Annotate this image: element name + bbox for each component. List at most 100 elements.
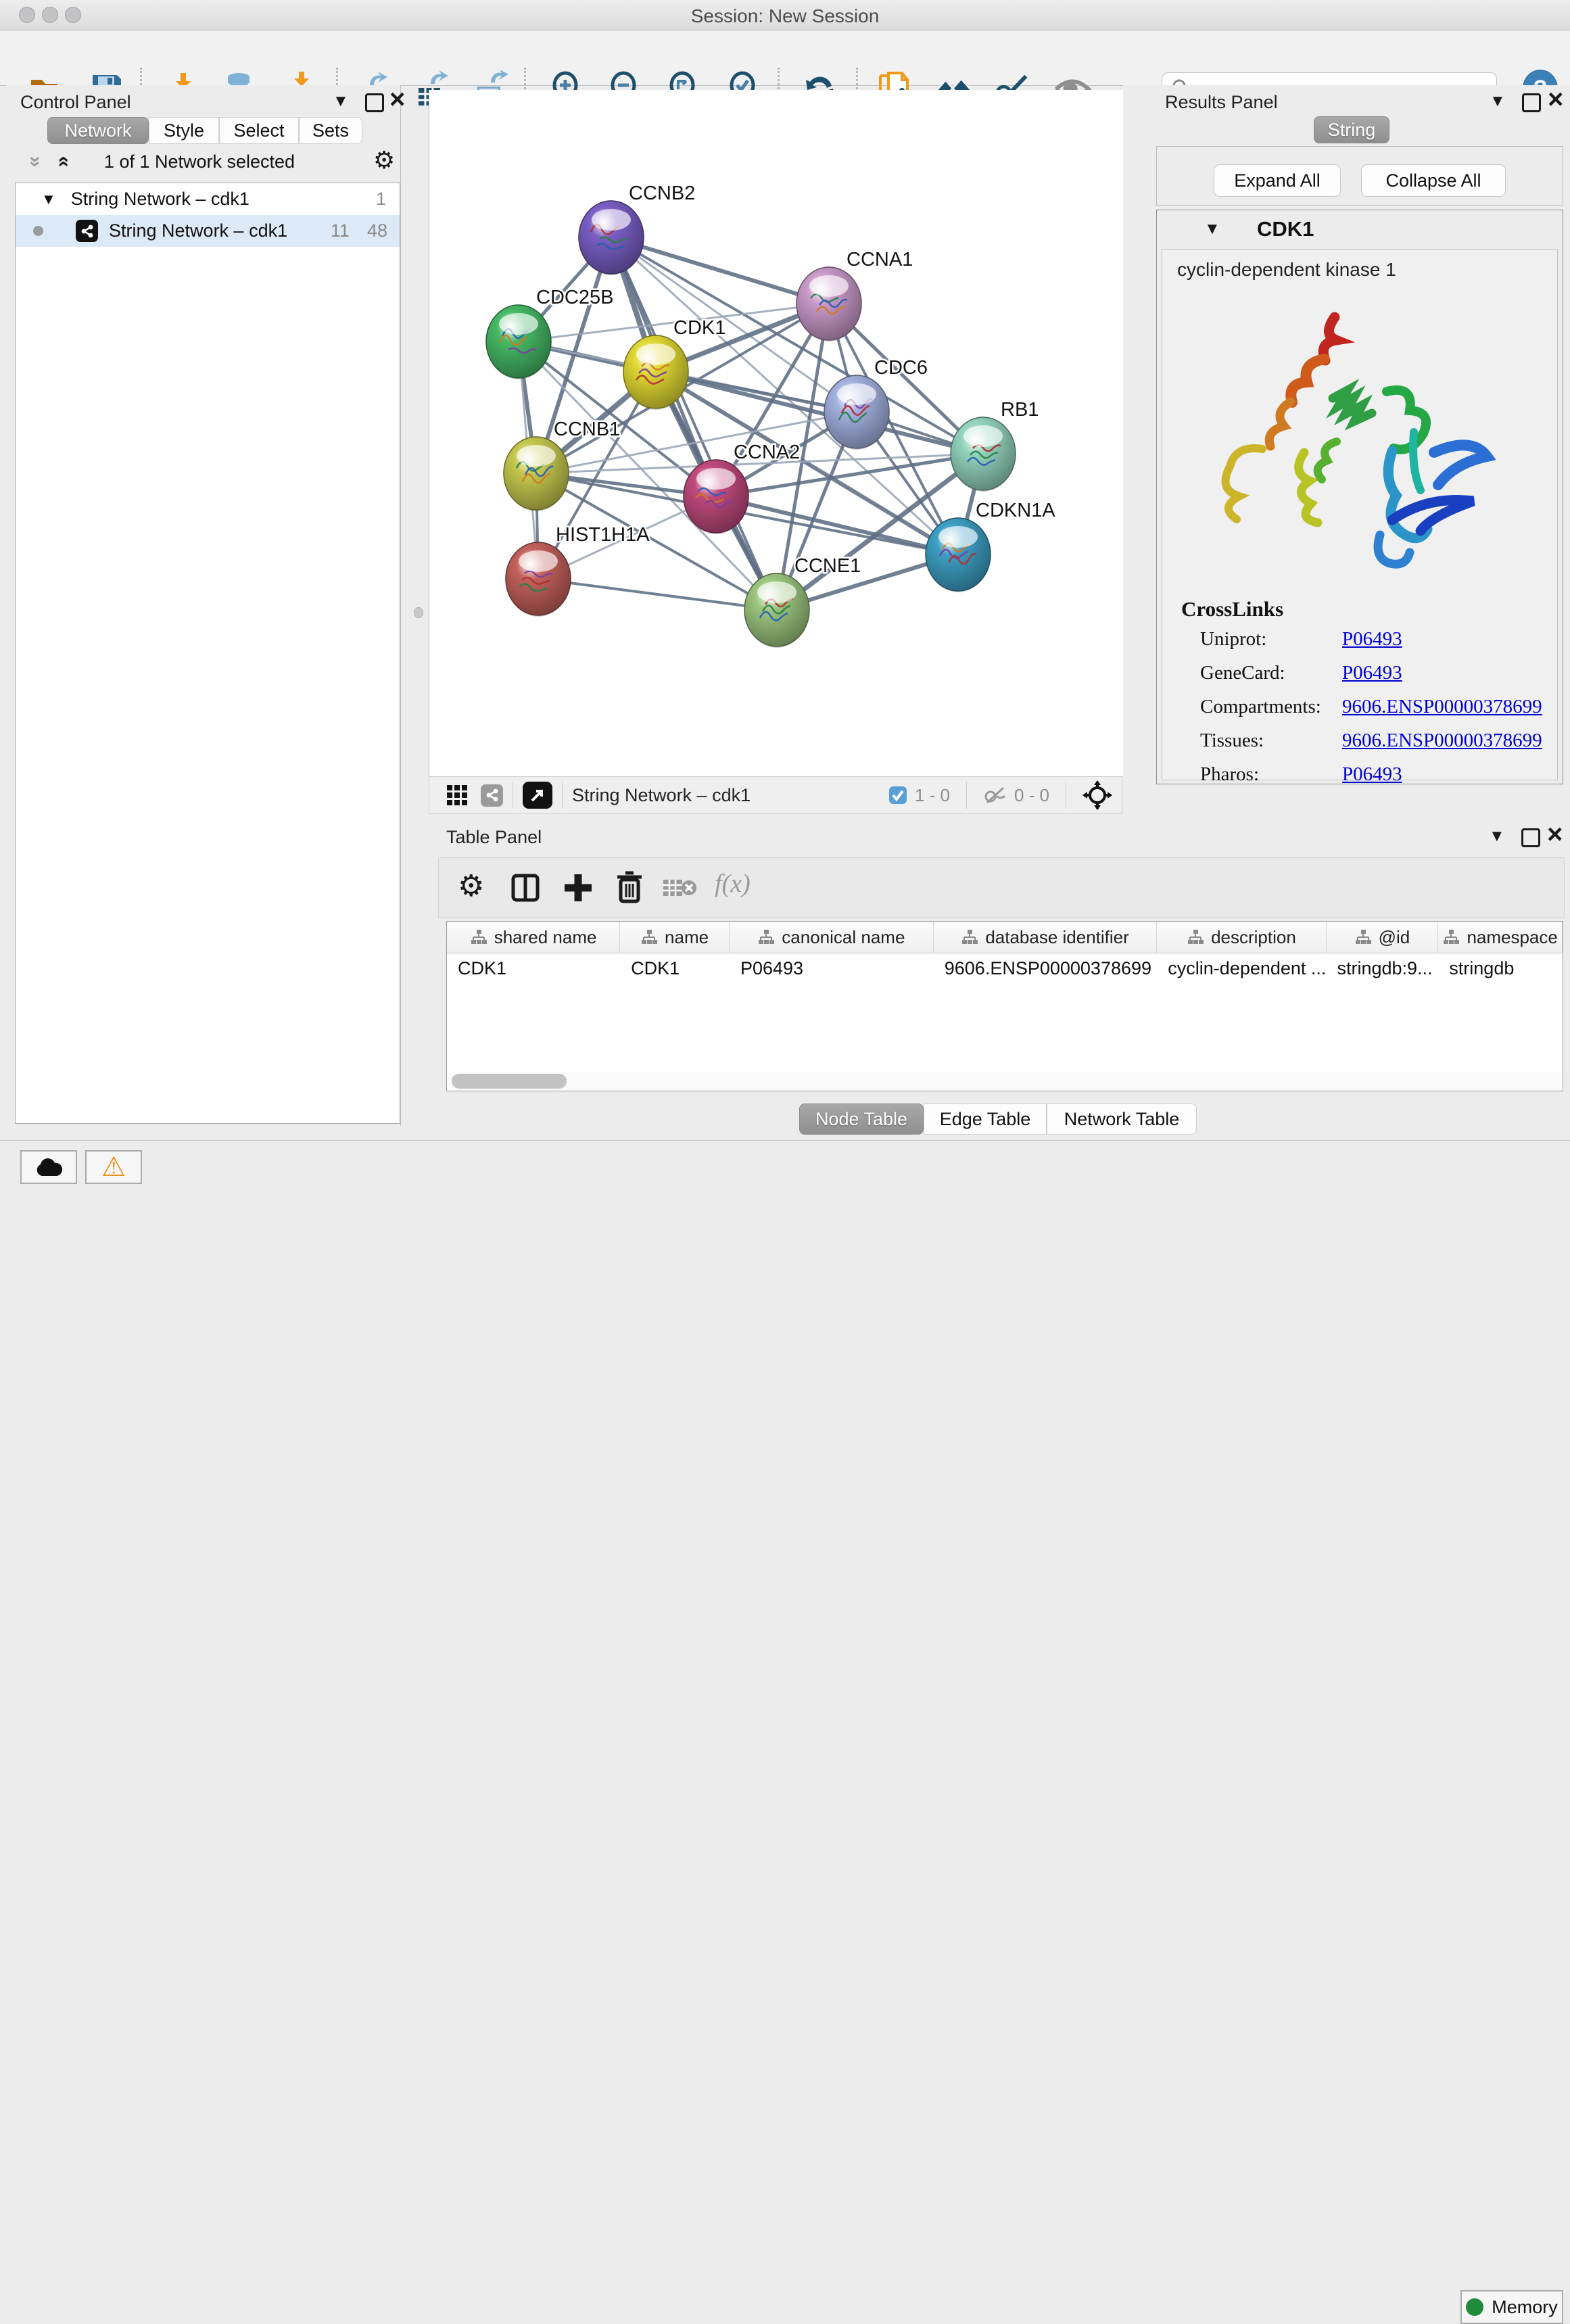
tab-node-table[interactable]: Node Table (799, 1104, 924, 1135)
network-collection-row[interactable]: ▼ String Network – cdk1 1 (16, 183, 400, 215)
edge-hist1h1a-ccne1[interactable] (538, 579, 777, 610)
results-panel-close-icon[interactable]: × (1548, 92, 1563, 107)
grid-view-icon[interactable] (446, 784, 469, 807)
column-header-label: database identifier (985, 927, 1128, 948)
node-label-ccnb2: CCNB2 (629, 183, 695, 204)
cell[interactable]: cyclin-dependent ... (1157, 953, 1326, 983)
delete-column-trash-icon[interactable] (613, 870, 646, 904)
crosslink-label: Compartments: (1200, 696, 1342, 718)
table-panel-title: Table Panel (446, 827, 542, 848)
tab-sets[interactable]: Sets (299, 117, 362, 144)
node-rb1[interactable]: RB1 (951, 399, 1039, 492)
table-settings-gear-icon[interactable]: ⚙ (458, 869, 484, 903)
table-row[interactable]: CDK1CDK1P064939606.ENSP00000378699cyclin… (447, 953, 1563, 983)
crosslink-link[interactable]: P06493 (1342, 763, 1402, 786)
left-splitter-handle[interactable] (414, 607, 423, 618)
tab-string[interactable]: String (1314, 116, 1389, 143)
cloud-button[interactable] (20, 1150, 77, 1184)
cell[interactable]: stringdb (1438, 953, 1563, 983)
cell[interactable]: stringdb:9... (1326, 953, 1438, 983)
node-cdkn1a[interactable]: CDKN1A (926, 500, 1055, 592)
column-header--id[interactable]: @id (1327, 922, 1439, 953)
warning-icon: ⚠ (101, 1154, 126, 1181)
tab-network-table[interactable]: Network Table (1047, 1104, 1197, 1135)
node-table: shared name namecanonical name database id… (446, 921, 1563, 1091)
network-options-gear-icon[interactable]: ⚙ (373, 146, 395, 174)
column-header-shared-name[interactable]: shared name (447, 922, 620, 953)
column-header-label: shared name (494, 927, 597, 948)
crosslink-row: Tissues:9606.ENSP00000378699 (1200, 730, 1552, 752)
collapse-all-networks-icon[interactable]: » (24, 156, 47, 168)
table-hscrollbar-thumb[interactable] (452, 1074, 567, 1089)
crosslink-link[interactable]: 9606.ENSP00000378699 (1342, 696, 1542, 718)
network-badge-icon[interactable] (481, 784, 503, 807)
node-label-ccne1: CCNE1 (794, 555, 861, 577)
table-panel-menu-icon[interactable]: ▼ (1489, 827, 1505, 846)
column-type-icon (1442, 929, 1460, 945)
open-in-window-icon[interactable] (523, 782, 552, 809)
cell[interactable]: P06493 (730, 953, 934, 983)
node-cdk1[interactable]: CDK1 (623, 317, 725, 410)
column-header-namespace[interactable]: namespace (1438, 922, 1563, 953)
crosslinks-title: CrossLinks (1181, 597, 1283, 621)
table-header-row: shared name namecanonical name database id… (447, 922, 1563, 953)
cell[interactable]: 9606.ENSP00000378699 (934, 953, 1158, 983)
collection-expand-icon[interactable]: ▼ (41, 191, 56, 208)
delete-table-icon[interactable] (662, 877, 697, 900)
results-panel-float-icon[interactable] (1522, 93, 1541, 112)
results-panel-menu-icon[interactable]: ▼ (1490, 92, 1506, 111)
expand-all-button[interactable]: Expand All (1214, 164, 1341, 197)
gene-description: cyclin-dependent kinase 1 (1177, 259, 1396, 281)
network-type-icon (76, 220, 98, 242)
crosslink-link[interactable]: 9606.ENSP00000378699 (1342, 730, 1542, 752)
cell[interactable]: CDK1 (620, 953, 730, 983)
tab-select[interactable]: Select (219, 117, 299, 144)
cell[interactable]: CDK1 (447, 953, 620, 983)
node-hist1h1a[interactable]: HIST1H1A (506, 524, 650, 617)
edge-ccnb2-ccne1[interactable] (611, 237, 777, 610)
fit-crosshair-icon[interactable] (1083, 780, 1112, 810)
column-header-name[interactable]: name (620, 922, 730, 953)
network-graph[interactable]: CCNB2CCNA1CDC25BCDK1CDC6RB1CCNB1CCNA2CDK… (429, 90, 1123, 776)
network-canvas[interactable]: CCNB2CCNA1CDC25BCDK1CDC6RB1CCNB1CCNA2CDK… (429, 90, 1124, 776)
function-builder-icon[interactable]: f(x) (715, 869, 751, 899)
network-view-title: String Network – cdk1 (572, 785, 751, 806)
node-ccne1[interactable]: CCNE1 (744, 555, 861, 648)
tab-style[interactable]: Style (149, 117, 219, 144)
control-panel-float-icon[interactable] (365, 93, 384, 112)
gene-expand-icon[interactable]: ▼ (1204, 220, 1220, 239)
collapse-all-button[interactable]: Collapse All (1361, 164, 1506, 197)
control-panel-menu-icon[interactable]: ▼ (333, 92, 349, 111)
main-toolbar: ? (0, 30, 1570, 86)
crosslink-link[interactable]: P06493 (1342, 628, 1402, 650)
hidden-eye-icon[interactable] (983, 785, 1007, 805)
memory-button[interactable]: Memory (1460, 2290, 1563, 2324)
table-panel-float-icon[interactable] (1521, 828, 1540, 847)
show-columns-icon[interactable] (509, 872, 542, 904)
expand-all-networks-icon[interactable]: » (51, 156, 74, 168)
control-panel-close-icon[interactable]: × (389, 92, 405, 107)
tab-network[interactable]: Network (47, 117, 149, 144)
column-header-description[interactable]: description (1157, 922, 1326, 953)
column-type-icon (757, 929, 775, 945)
memory-status-dot (1466, 2298, 1483, 2316)
crosslink-link[interactable]: P06493 (1342, 662, 1402, 684)
warning-button[interactable]: ⚠ (85, 1150, 142, 1184)
edge-ccnb2-ccna1[interactable] (611, 237, 829, 304)
selected-checkbox-icon[interactable] (888, 785, 908, 805)
crosslink-row: Pharos:P06493 (1200, 763, 1552, 786)
column-type-icon (961, 929, 978, 945)
results-expand-collapse-box: Expand All Collapse All (1156, 146, 1563, 206)
window-title: Session: New Session (0, 5, 1570, 27)
table-panel-close-icon[interactable]: × (1547, 827, 1563, 842)
column-header-canonical-name[interactable]: canonical name (730, 922, 934, 953)
tab-edge-table[interactable]: Edge Table (924, 1104, 1047, 1135)
add-column-icon[interactable] (562, 872, 594, 904)
control-panel: Control Panel ▼ × Network Style Select S… (7, 85, 401, 1127)
network-row[interactable]: String Network – cdk1 11 48 (16, 215, 400, 247)
status-separator (966, 782, 967, 809)
node-label-ccnb1: CCNB1 (554, 419, 620, 440)
gene-name: CDK1 (1257, 217, 1314, 241)
table-hscrollbar-track[interactable] (449, 1072, 1561, 1090)
column-header-database-identifier[interactable]: database identifier (934, 922, 1158, 953)
